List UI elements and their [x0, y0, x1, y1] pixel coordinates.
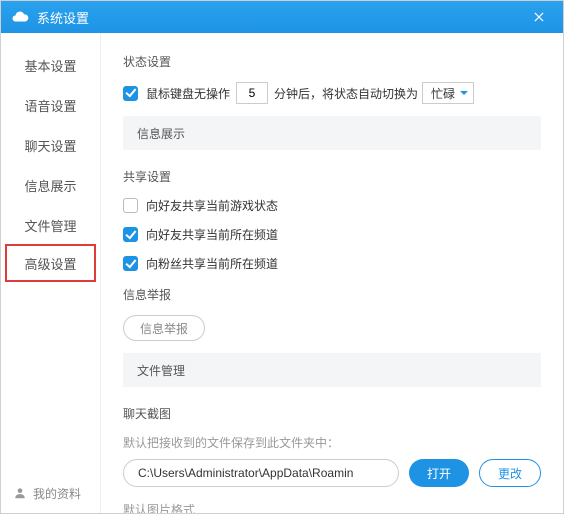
open-button[interactable]: 打开	[409, 459, 469, 487]
sidebar-item-voice[interactable]: 语音设置	[1, 85, 100, 125]
idle-label-before: 鼠标键盘无操作	[146, 85, 230, 102]
section-report: 信息举报	[123, 286, 541, 303]
sidebar-item-advanced[interactable]: 高级设置	[5, 244, 96, 282]
sidebar-item-basic[interactable]: 基本设置	[1, 45, 100, 85]
idle-label-mid: 分钟后，将状态自动切换为	[274, 85, 418, 102]
cloud-icon	[11, 8, 29, 26]
close-icon[interactable]	[525, 3, 553, 31]
checkbox-share-game[interactable]	[123, 198, 138, 213]
report-button[interactable]: 信息举报	[123, 315, 205, 341]
content-pane: 状态设置 鼠标键盘无操作 分钟后，将状态自动切换为 忙碌 信息展示 共享设置 向…	[101, 33, 563, 513]
checkbox-share-friend-channel[interactable]	[123, 227, 138, 242]
sidebar-profile-label: 我的资料	[33, 485, 81, 502]
checkbox-share-fan-channel[interactable]	[123, 256, 138, 271]
titlebar: 系统设置	[1, 1, 563, 33]
sidebar-item-info[interactable]: 信息展示	[1, 165, 100, 205]
idle-minutes-input[interactable]	[236, 82, 268, 104]
sidebar-item-file[interactable]: 文件管理	[1, 205, 100, 245]
person-icon	[13, 486, 27, 500]
share-game-label: 向好友共享当前游戏状态	[146, 197, 278, 214]
sidebar-profile[interactable]: 我的资料	[1, 473, 100, 513]
section-status: 状态设置	[123, 53, 541, 70]
default-image-format-label: 默认图片格式	[123, 501, 541, 513]
checkbox-idle-switch[interactable]	[123, 86, 138, 101]
section-share: 共享设置	[123, 168, 541, 185]
sidebar: 基本设置 语音设置 聊天设置 信息展示 文件管理 高级设置 我的资料	[1, 33, 101, 513]
change-button[interactable]: 更改	[479, 459, 541, 487]
sidebar-item-chat[interactable]: 聊天设置	[1, 125, 100, 165]
share-fan-channel-label: 向粉丝共享当前所在频道	[146, 255, 278, 272]
save-path-field[interactable]: C:\Users\Administrator\AppData\Roamin	[123, 459, 399, 487]
subhead-file-manage: 文件管理	[123, 353, 541, 387]
status-select[interactable]: 忙碌	[422, 82, 474, 104]
section-screenshot: 聊天截图	[123, 405, 541, 422]
window-title: 系统设置	[37, 8, 525, 27]
subhead-info-display: 信息展示	[123, 116, 541, 150]
save-path-hint: 默认把接收到的文件保存到此文件夹中：	[123, 434, 541, 451]
share-friend-channel-label: 向好友共享当前所在频道	[146, 226, 278, 243]
